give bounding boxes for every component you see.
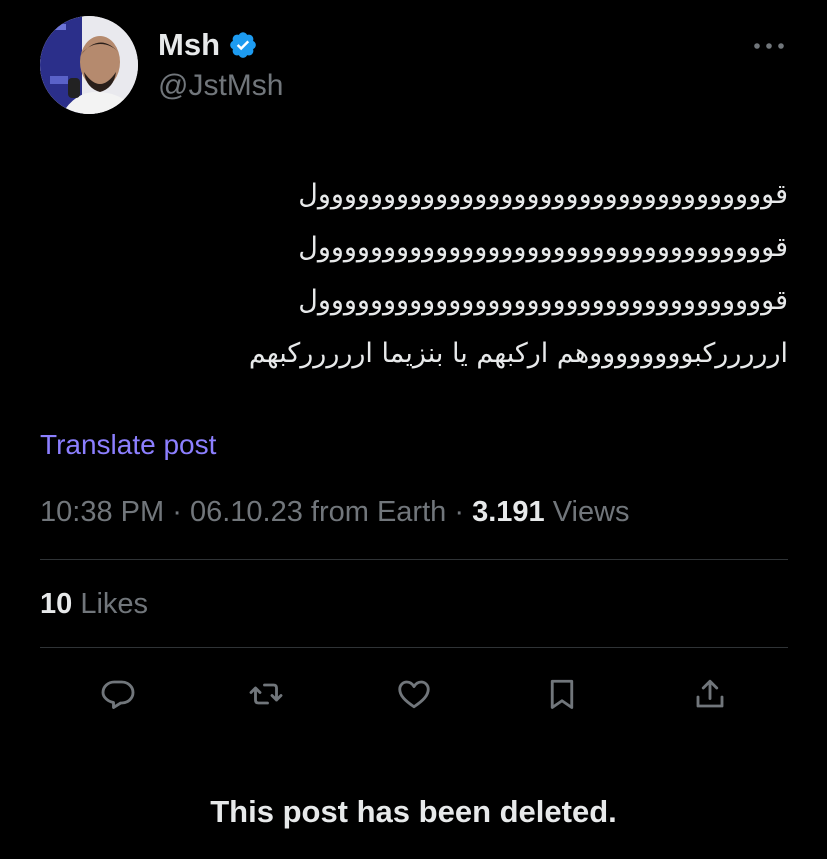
likes-label: Likes — [80, 588, 149, 620]
post-date[interactable]: 06.10.23 — [190, 496, 303, 528]
views-label: Views — [552, 496, 630, 528]
share-button[interactable] — [688, 672, 732, 716]
likes-summary[interactable]: 10 Likes — [40, 586, 148, 622]
reply-icon — [101, 680, 135, 709]
divider — [40, 559, 788, 560]
like-button[interactable] — [392, 672, 436, 716]
meta-separator: · — [172, 496, 182, 528]
bookmark-button[interactable] — [540, 672, 584, 716]
post-text: قووووووووووووووووووووووووووووووووووول قو… — [40, 168, 788, 380]
likes-count: 10 — [40, 588, 73, 620]
post-source: from Earth — [310, 496, 447, 528]
share-icon — [696, 679, 724, 708]
repost-icon — [249, 683, 283, 705]
more-options-icon[interactable] — [750, 34, 788, 58]
reply-button[interactable] — [96, 672, 140, 716]
translate-post-link[interactable]: Translate post — [40, 427, 216, 463]
author-name-row[interactable]: Msh — [158, 26, 258, 64]
divider — [40, 647, 788, 648]
post-actions — [96, 672, 736, 716]
verified-badge-icon — [228, 30, 258, 60]
author-name[interactable]: Msh — [158, 26, 220, 64]
meta-separator: · — [454, 496, 464, 528]
bookmark-icon — [550, 679, 574, 709]
post-meta: 10:38 PM · 06.10.23 from Earth · 3.191 V… — [40, 494, 630, 530]
post-text-line: اررررركبووووووووهم اركبهم يا بنزيما اررر… — [248, 338, 788, 369]
deleted-post-notice: This post has been deleted. — [210, 794, 617, 829]
heart-icon — [398, 680, 430, 709]
post-time[interactable]: 10:38 PM — [40, 496, 164, 528]
avatar[interactable] — [40, 16, 138, 114]
post-text-line: قووووووووووووووووووووووووووووووووووول — [298, 285, 788, 316]
repost-button[interactable] — [244, 672, 288, 716]
post-text-line: قووووووووووووووووووووووووووووووووووول — [298, 179, 788, 210]
avatar-image — [40, 16, 138, 114]
author-handle[interactable]: @JstMsh — [158, 68, 283, 104]
post-text-line: قووووووووووووووووووووووووووووووووووول — [298, 232, 788, 263]
views-count: 3.191 — [472, 496, 545, 528]
